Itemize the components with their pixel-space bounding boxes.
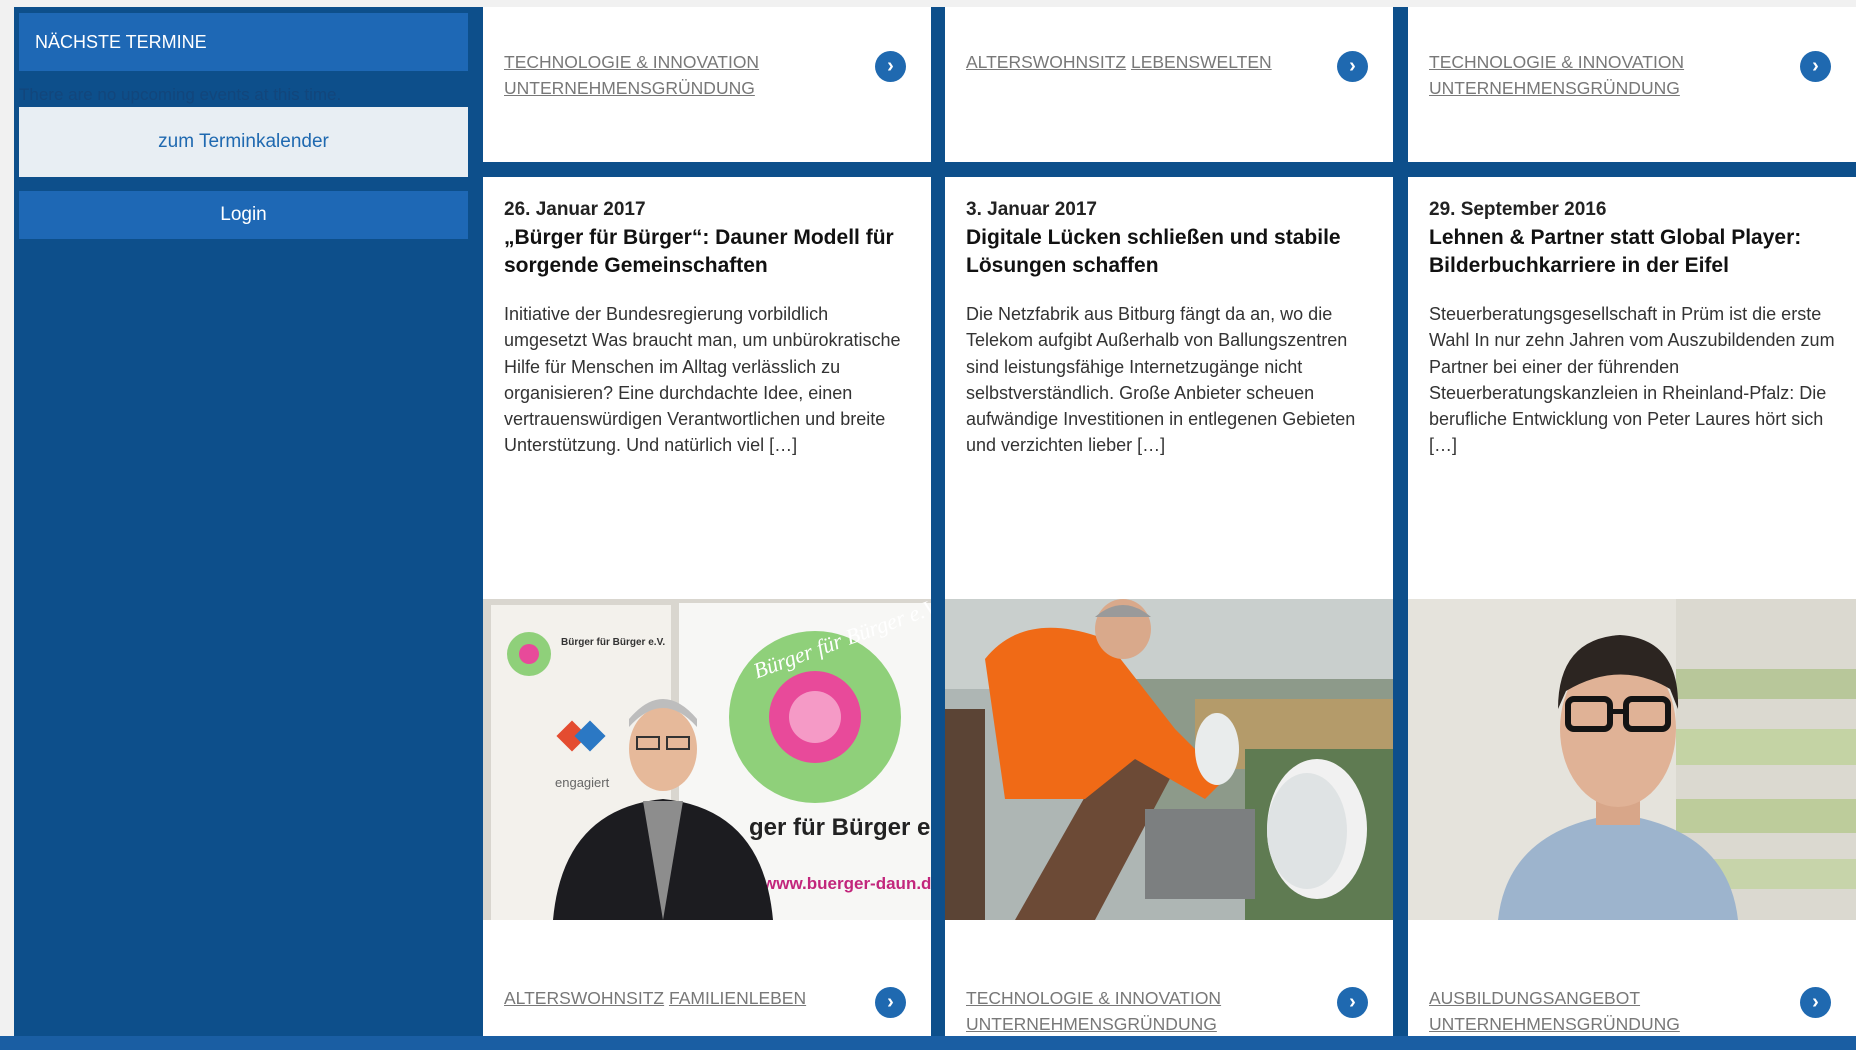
banner-engagiert: engagiert (555, 775, 610, 790)
article-date: 3. Januar 2017 (966, 199, 1097, 220)
category-list: ALTERSWOHNSITZ LEBENSWELTEN (966, 49, 1296, 75)
top-card-3: TECHNOLOGIE & INNOVATION UNTERNEHMENSGRÜ… (1408, 7, 1856, 162)
category-link[interactable]: UNTERNEHMENSGRÜNDUNG (1429, 1014, 1680, 1034)
chevron-right-icon[interactable]: › (875, 51, 906, 82)
category-list: TECHNOLOGIE & INNOVATION UNTERNEHMENSGRÜ… (504, 49, 834, 101)
article-date: 29. September 2016 (1429, 199, 1607, 220)
chevron-right-icon[interactable]: › (1800, 51, 1831, 82)
category-link[interactable]: LEBENSWELTEN (1131, 52, 1272, 72)
category-link[interactable]: UNTERNEHMENSGRÜNDUNG (1429, 78, 1680, 98)
category-link[interactable]: TECHNOLOGIE & INNOVATION (504, 52, 759, 72)
sidebar: NÄCHSTE TERMINE There are no upcoming ev… (14, 7, 482, 1037)
chevron-right-icon[interactable]: › (875, 987, 906, 1018)
category-link[interactable]: FAMILIENLEBEN (669, 988, 806, 1008)
banner-name: ger für Bürger e.V (749, 814, 931, 841)
article-title[interactable]: Lehnen & Partner statt Global Player: Bi… (1429, 224, 1839, 280)
upcoming-events-heading: NÄCHSTE TERMINE (19, 13, 468, 71)
article-image[interactable]: Bürger für Bürger e.V. engagiert Bürger … (483, 599, 931, 920)
article-excerpt: Die Netzfabrik aus Bitburg fängt da an, … (966, 304, 1356, 456)
top-card-2: ALTERSWOHNSITZ LEBENSWELTEN › (945, 7, 1393, 162)
category-link[interactable]: AUSBILDUNGSANGEBOT (1429, 988, 1640, 1008)
calendar-link[interactable]: zum Terminkalender (19, 107, 468, 177)
article-card: 29. September 2016 Lehnen & Partner stat… (1408, 177, 1856, 1050)
article-excerpt: Initiative der Bundesregierung vorbildli… (504, 304, 901, 456)
category-list: ALTERSWOHNSITZ FAMILIENLEBEN (504, 985, 834, 1011)
article-card: 26. Januar 2017 „Bürger für Bürger“: Dau… (483, 177, 931, 1050)
category-link[interactable]: UNTERNEHMENSGRÜNDUNG (966, 1014, 1217, 1034)
chevron-right-icon[interactable]: › (1337, 51, 1368, 82)
category-link[interactable]: ALTERSWOHNSITZ (504, 988, 664, 1008)
article-image[interactable] (945, 599, 1393, 920)
article-excerpt: Steuerberatungsgesellschaft in Prüm ist … (1429, 304, 1835, 456)
category-link[interactable]: TECHNOLOGIE & INNOVATION (966, 988, 1221, 1008)
article-title[interactable]: Digitale Lücken schließen und stabile Lö… (966, 224, 1376, 280)
banner-title-small: Bürger für Bürger e.V. (561, 637, 665, 648)
article-image[interactable] (1408, 599, 1856, 920)
no-events-text: There are no upcoming events at this tim… (19, 85, 342, 104)
category-link[interactable]: TECHNOLOGIE & INNOVATION (1429, 52, 1684, 72)
category-list: TECHNOLOGIE & INNOVATION UNTERNEHMENSGRÜ… (966, 985, 1296, 1037)
article-date: 26. Januar 2017 (504, 199, 646, 220)
article-title[interactable]: „Bürger für Bürger“: Dauner Modell für s… (504, 224, 914, 280)
article-card: 3. Januar 2017 Digitale Lücken schließen… (945, 177, 1393, 1050)
category-link[interactable]: ALTERSWOHNSITZ (966, 52, 1126, 72)
chevron-right-icon[interactable]: › (1337, 987, 1368, 1018)
category-link[interactable]: UNTERNEHMENSGRÜNDUNG (504, 78, 755, 98)
category-list: TECHNOLOGIE & INNOVATION UNTERNEHMENSGRÜ… (1429, 49, 1759, 101)
login-button[interactable]: Login (19, 191, 468, 239)
bottom-strip (0, 1036, 1856, 1050)
chevron-right-icon[interactable]: › (1800, 987, 1831, 1018)
banner-url: www.buerger-daun.d (762, 874, 931, 893)
category-list: AUSBILDUNGSANGEBOT UNTERNEHMENSGRÜNDUNG (1429, 985, 1759, 1037)
top-card-1: TECHNOLOGIE & INNOVATION UNTERNEHMENSGRÜ… (483, 7, 931, 162)
